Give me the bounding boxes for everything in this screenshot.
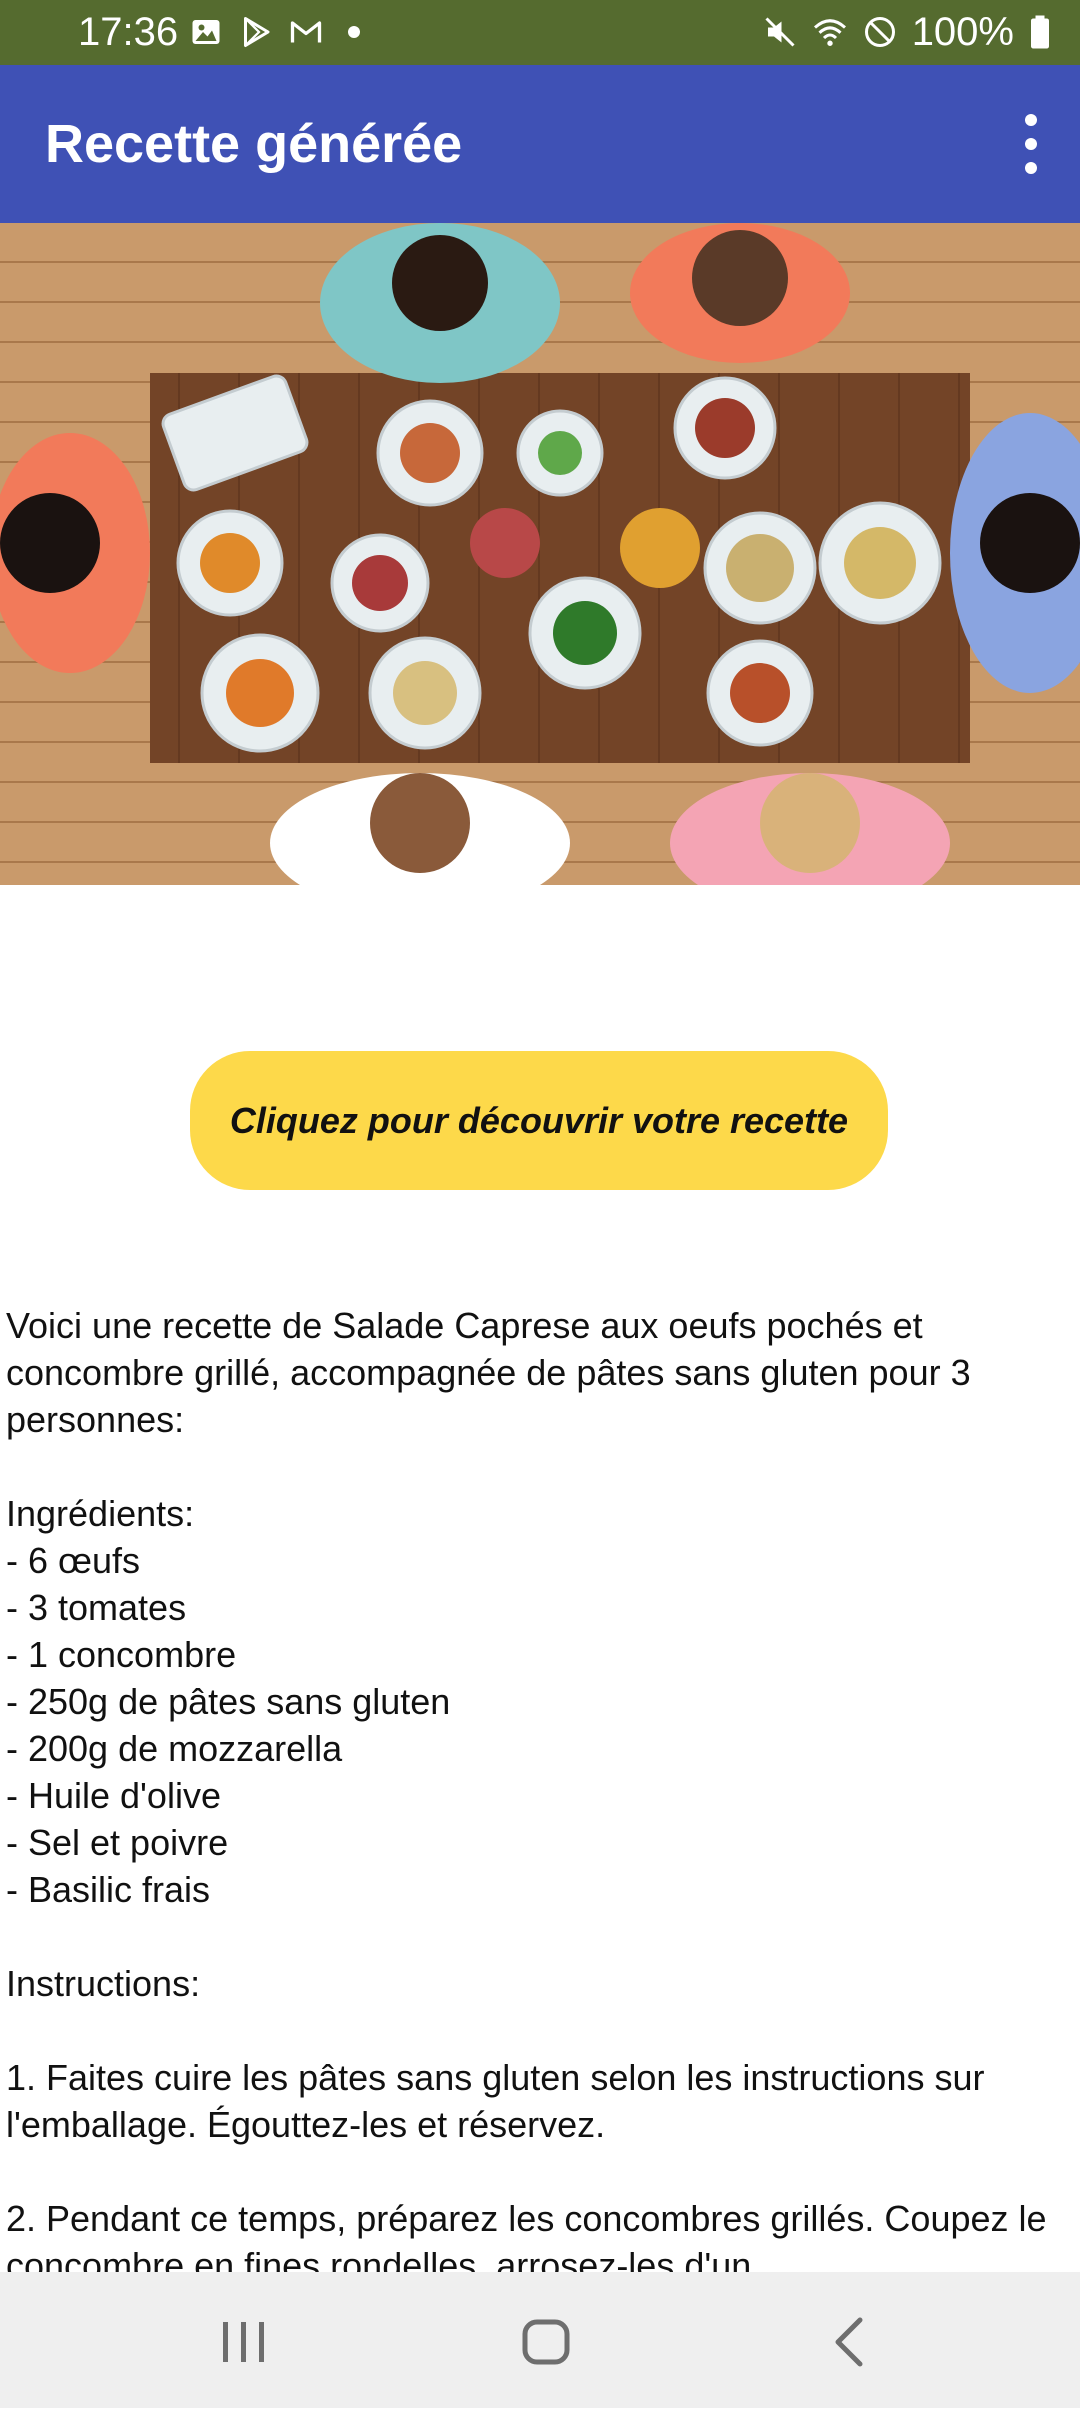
dinner-table-illustration (0, 223, 1080, 885)
home-icon (522, 2319, 570, 2365)
back-icon (835, 2317, 863, 2367)
status-right-icons: 100% (762, 8, 1052, 56)
recipe-text: Voici une recette de Salade Caprese aux … (6, 1305, 1047, 2286)
status-time: 17:36 (78, 10, 179, 54)
gmail-icon (290, 21, 322, 43)
app-bar: Recette générée (0, 65, 1080, 223)
do-not-disturb-icon (864, 17, 895, 47)
overflow-dot-icon (1025, 162, 1037, 174)
overflow-dot-icon (1025, 138, 1037, 150)
image-icon (192, 20, 220, 44)
back-button[interactable] (746, 2272, 946, 2408)
navigation-bar (0, 2272, 1080, 2408)
discover-recipe-button[interactable]: Cliquez pour découvrir votre recette (190, 1051, 888, 1190)
battery-percent: 100% (911, 10, 1014, 54)
battery-icon (1031, 15, 1049, 49)
overflow-menu-button[interactable] (980, 94, 1080, 194)
wifi-icon (813, 19, 846, 46)
play-store-icon (244, 17, 270, 47)
status-left-icons (188, 14, 360, 50)
notification-dot-icon (348, 26, 360, 38)
recents-icon (223, 2322, 264, 2362)
hero-image (0, 223, 1080, 885)
page-title: Recette générée (45, 114, 463, 174)
mute-icon (765, 17, 795, 47)
home-button[interactable] (446, 2272, 646, 2408)
recents-button[interactable] (143, 2272, 343, 2408)
status-bar: 17:36 100% (0, 0, 1080, 65)
overflow-dot-icon (1025, 114, 1037, 126)
